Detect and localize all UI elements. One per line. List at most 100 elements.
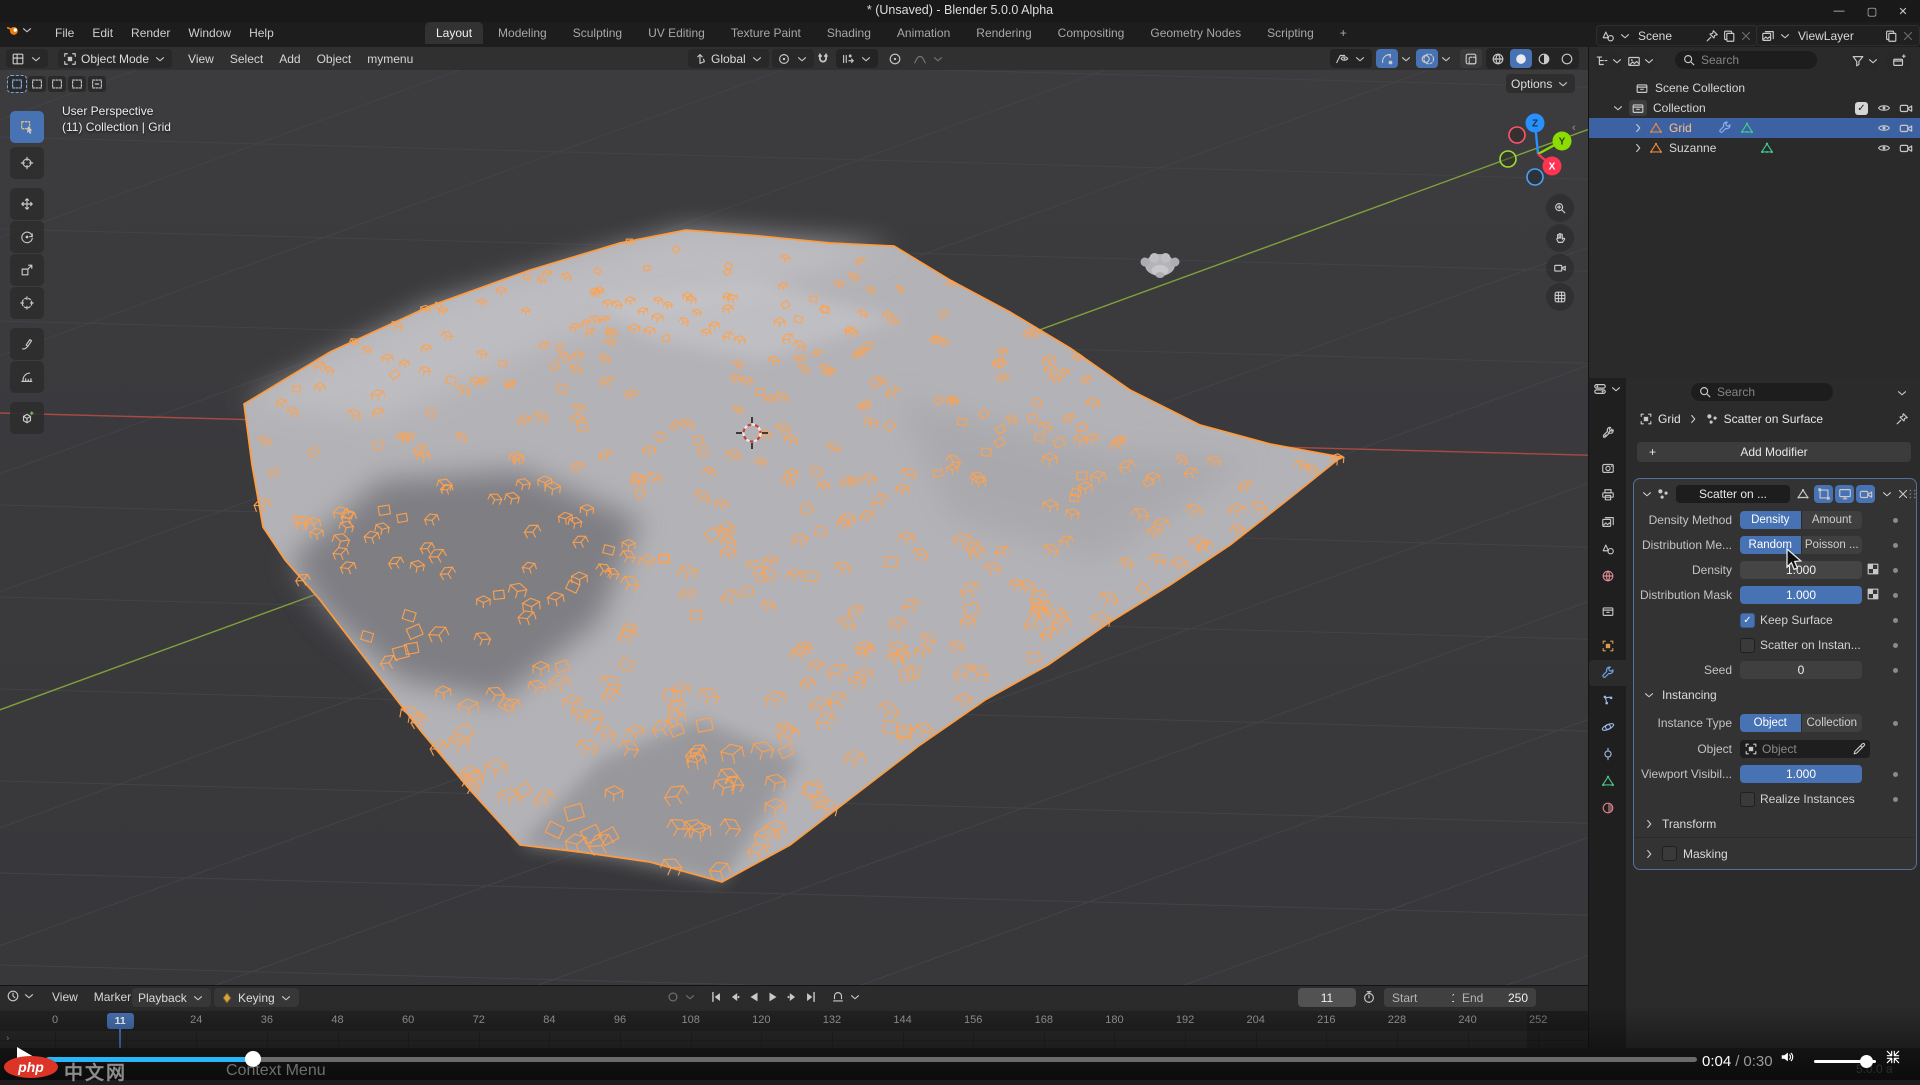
attribute-toggle-icon[interactable] xyxy=(1866,562,1880,576)
viewlayer-selector[interactable]: ViewLayer xyxy=(1756,25,1920,46)
camera-view-button[interactable] xyxy=(1546,254,1574,282)
axis-neg-z-ball[interactable] xyxy=(1527,169,1543,185)
options-dropdown[interactable]: Options xyxy=(1506,74,1575,93)
seed-field[interactable]: 0 xyxy=(1740,661,1862,679)
disable-render-camera-icon[interactable] xyxy=(1899,121,1913,135)
workspace-tab-texture-paint[interactable]: Texture Paint xyxy=(720,22,812,44)
stopwatch-icon[interactable] xyxy=(1362,990,1376,1004)
minimize-button[interactable]: — xyxy=(1824,0,1854,22)
outliner-filter-id-dropdown[interactable] xyxy=(1627,51,1655,70)
viewport-3d[interactable]: User Perspective (11) Collection | Grid … xyxy=(0,70,1588,985)
tool-measure[interactable] xyxy=(10,361,44,393)
autokey-chevron-icon[interactable] xyxy=(683,990,697,1004)
disable-render-camera-icon[interactable] xyxy=(1899,101,1913,115)
select-mode-extend[interactable] xyxy=(28,76,46,92)
tool-annotate[interactable] xyxy=(10,328,44,360)
properties-tab-modifiers[interactable] xyxy=(1589,660,1626,686)
volume-speaker-icon[interactable] xyxy=(1780,1050,1794,1064)
keyframe-dot[interactable] xyxy=(1893,568,1898,573)
new-collection-button[interactable] xyxy=(1887,51,1911,70)
timeline-menu-view[interactable]: View xyxy=(44,988,86,1006)
workspace-tab-sculpting[interactable]: Sculpting xyxy=(562,22,633,44)
snap-toggle[interactable] xyxy=(812,49,834,68)
transform-section-header[interactable]: Transform xyxy=(1642,817,1716,831)
blender-logo-icon[interactable] xyxy=(6,23,20,37)
orthographic-toggle-button[interactable] xyxy=(1546,283,1574,311)
outliner-row-collection[interactable]: Collection ✓ xyxy=(1589,98,1920,118)
outliner-row-suzanne[interactable]: Suzanne xyxy=(1589,138,1920,158)
keyframe-dot[interactable] xyxy=(1893,618,1898,623)
sidebar-collapse-arrow[interactable]: ‹ xyxy=(1572,122,1576,134)
select-mode-invert[interactable] xyxy=(68,76,86,92)
add-modifier-button[interactable]: + Add Modifier xyxy=(1637,442,1911,462)
modifier-nodegroup-button[interactable] xyxy=(1793,485,1812,503)
viewport-menu-object[interactable]: Object xyxy=(309,50,360,68)
viewport-menu-add[interactable]: Add xyxy=(271,50,308,68)
properties-tab-tool[interactable] xyxy=(1589,420,1626,446)
properties-search-input[interactable]: Search xyxy=(1691,383,1833,401)
viewport-menu-mymenu[interactable]: mymenu xyxy=(359,50,421,68)
panel-collapse-chevron-icon[interactable] xyxy=(1640,487,1654,501)
copy-icon[interactable] xyxy=(1884,29,1898,43)
hide-viewport-eye-icon[interactable] xyxy=(1877,121,1891,135)
show-overlays-toggle[interactable] xyxy=(1416,49,1438,68)
select-mode-new[interactable] xyxy=(8,76,26,92)
keyframe-dot[interactable] xyxy=(1893,772,1898,777)
hide-viewport-eye-icon[interactable] xyxy=(1877,141,1891,155)
shading-material-button[interactable] xyxy=(1533,49,1555,68)
tool-transform[interactable] xyxy=(10,287,44,319)
editor-type-button[interactable] xyxy=(6,49,48,68)
unlink-icon[interactable] xyxy=(1739,29,1753,43)
axis-neg-x-ball[interactable] xyxy=(1509,127,1525,143)
properties-tab-data[interactable] xyxy=(1589,768,1626,794)
density-method-amount[interactable]: Amount xyxy=(1802,511,1863,529)
play-button[interactable] xyxy=(764,988,781,1006)
expand-chevron-icon[interactable] xyxy=(1631,141,1645,155)
menu-render[interactable]: Render xyxy=(122,23,179,43)
shading-wireframe-button[interactable] xyxy=(1487,49,1509,68)
scatter-on-instances-checkbox[interactable] xyxy=(1740,638,1755,653)
properties-tab-physics[interactable] xyxy=(1589,714,1626,740)
volume-knob[interactable] xyxy=(1860,1055,1873,1068)
autokey-button[interactable] xyxy=(664,988,681,1006)
keyframe-dot[interactable] xyxy=(1893,543,1898,548)
video-progress-remaining[interactable] xyxy=(253,1057,1697,1062)
properties-tab-viewlayer[interactable] xyxy=(1589,509,1626,535)
workspace-tab--[interactable]: + xyxy=(1329,22,1358,44)
copy-icon[interactable] xyxy=(1722,29,1736,43)
falloff-dropdown[interactable] xyxy=(908,49,950,68)
modifier-render-toggle[interactable] xyxy=(1856,485,1875,503)
outliner-row-scene-collection[interactable]: Scene Collection xyxy=(1589,78,1920,98)
jump-to-end-button[interactable] xyxy=(802,988,819,1006)
exit-fullscreen-icon[interactable] xyxy=(1886,1050,1900,1064)
properties-tab-render[interactable] xyxy=(1589,455,1626,481)
scene-canvas[interactable] xyxy=(0,70,1588,985)
keyframe-dot[interactable] xyxy=(1893,797,1898,802)
keyframe-dot[interactable] xyxy=(1893,668,1898,673)
outliner-filter-dropdown[interactable] xyxy=(1851,51,1879,70)
timeline-editor-type-button[interactable] xyxy=(6,989,36,1003)
snap-settings-dropdown[interactable] xyxy=(836,49,878,68)
remove-icon[interactable] xyxy=(1901,29,1915,43)
tool-select-box[interactable] xyxy=(10,111,44,143)
hide-viewport-eye-icon[interactable] xyxy=(1877,101,1891,115)
viewport-menu-view[interactable]: View xyxy=(180,50,222,68)
instancing-section-header[interactable]: Instancing xyxy=(1642,688,1717,702)
menu-edit[interactable]: Edit xyxy=(83,23,122,43)
navigation-gizmo[interactable]: Z Y X xyxy=(1492,108,1584,200)
workspace-tab-animation[interactable]: Animation xyxy=(886,22,961,44)
pivot-point-dropdown[interactable] xyxy=(772,49,814,68)
proportional-editing-toggle[interactable] xyxy=(884,49,906,68)
distribution-mask-slider[interactable]: 1.000 xyxy=(1740,586,1862,604)
jump-to-start-button[interactable] xyxy=(707,988,724,1006)
gizmo-chevron-icon[interactable] xyxy=(1399,52,1413,66)
workspace-tab-shading[interactable]: Shading xyxy=(816,22,882,44)
outliner-search-input[interactable]: Search xyxy=(1675,51,1817,69)
disable-render-camera-icon[interactable] xyxy=(1899,141,1913,155)
properties-tab-collection[interactable] xyxy=(1589,598,1626,624)
show-gizmo-toggle[interactable] xyxy=(1376,49,1398,68)
instance-type-collection[interactable]: Collection xyxy=(1802,714,1863,732)
keep-surface-checkbox[interactable]: ✓ xyxy=(1740,613,1755,628)
workspace-tab-compositing[interactable]: Compositing xyxy=(1047,22,1136,44)
breadcrumb-modifier[interactable]: Scatter on Surface xyxy=(1724,412,1823,426)
